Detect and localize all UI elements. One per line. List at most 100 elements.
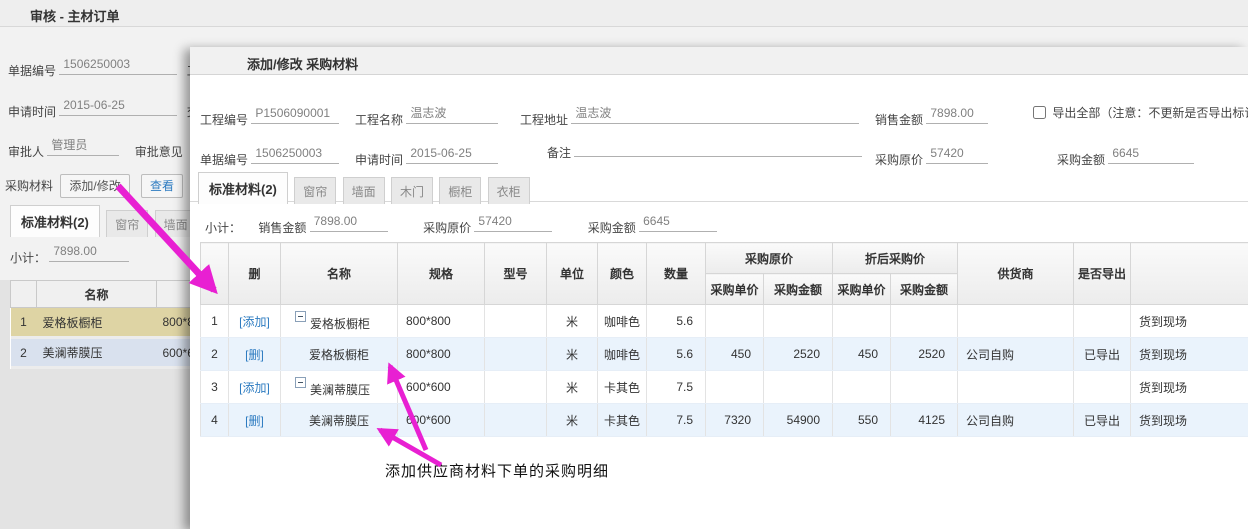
col-group-original-price: 采购原价 [706,243,833,274]
apply-date-field[interactable]: 2015-06-25 [59,97,177,116]
tab-wall[interactable]: 墙面 [343,177,385,204]
table-row[interactable]: 2 [删] 爱格板橱柜 800*800 米 咖啡色 5.6 450 2520 4… [201,338,1248,371]
project-name-field[interactable]: 温志波 [406,105,498,124]
left-tab-standard-material[interactable]: 标准材料(2) [10,205,100,237]
row-delivery: 货到现场 [1131,404,1248,437]
delete-row-link[interactable]: [删] [245,348,264,362]
tab-cabinet[interactable]: 橱柜 [439,177,481,204]
dialog-title: 添加/修改 采购材料 [247,54,358,73]
col-group-discounted-price: 折后采购价 [833,243,958,274]
approver-field[interactable]: 管理员 [47,137,119,156]
col-delivery [1131,243,1248,305]
project-no-field[interactable]: P1506090001 [251,105,339,124]
row-name: 美澜蒂膜压 [310,383,370,397]
row-index: 3 [201,371,229,404]
table-row[interactable]: 1 爱格板橱柜 800*8 [11,308,197,338]
dialog-apply-date-row: 申请时间 2015-06-25 [355,145,498,167]
tab-standard-material[interactable]: 标准材料(2) [198,172,288,204]
row-unit: 米 [547,305,598,338]
left-tab-bar: 标准材料(2) 窗帘 墙面 [10,205,196,237]
subtotal-sales-value: 7898.00 [310,213,388,232]
export-all-checkbox[interactable] [1033,106,1046,119]
add-modify-button[interactable]: 添加/修改 [60,174,129,198]
row-spec: 600*600 [398,371,485,404]
purchase-material-label: 采购材料 [5,179,53,193]
subtotal-cost-orig-value: 57420 [474,213,552,232]
row-exported [1074,371,1131,404]
project-address-field[interactable]: 温志波 [571,105,859,124]
table-row[interactable]: 4 [删] 美澜蒂膜压 600*600 米 卡其色 7.5 7320 54900… [201,404,1248,437]
col-unit: 单位 [547,243,598,305]
dialog-doc-no-field[interactable]: 1506250003 [251,145,339,164]
tab-curtain[interactable]: 窗帘 [294,177,336,204]
cost-orig-field[interactable]: 57420 [926,145,988,164]
row-model [485,371,547,404]
cost-orig-label: 采购原价 [875,153,923,167]
row-name: 爱格板橱柜 [281,338,398,371]
row-spec: 800*800 [398,338,485,371]
left-col-name: 名称 [37,281,157,308]
col-amount-1: 采购金额 [764,274,833,305]
apply-date-label: 申请时间 [8,105,56,119]
row-disc-amount: 4125 [891,404,958,437]
sales-amount-field[interactable]: 7898.00 [926,105,988,124]
tab-wardrobe[interactable]: 衣柜 [488,177,530,204]
view-button[interactable]: 查看 [141,174,183,198]
row-supplier: 公司自购 [958,404,1074,437]
row-name: 爱格板橱柜 [37,308,157,338]
tab-wood-door[interactable]: 木门 [391,177,433,204]
row-orig-unit-price [706,305,764,338]
col-name: 名称 [281,243,398,305]
row-orig-unit-price [706,371,764,404]
row-disc-amount: 2520 [891,338,958,371]
export-all-label: 导出全部（注意：不更新是否导出标记 [1052,106,1248,120]
table-row[interactable]: 2 美澜蒂膜压 600*6 [11,338,197,368]
table-row[interactable]: 1 [添加] 爱格板橱柜 800*800 米 咖啡色 5.6 货到现场 [201,305,1248,338]
row-name: 爱格板橱柜 [310,317,370,331]
add-row-link[interactable]: [添加] [239,381,270,395]
row-qty: 7.5 [647,404,706,437]
row-disc-unit-price: 450 [833,338,891,371]
delete-row-link[interactable]: [删] [245,414,264,428]
doc-no-field[interactable]: 1506250003 [59,56,177,75]
col-exported: 是否导出 [1074,243,1131,305]
col-model: 型号 [485,243,547,305]
row-name: 美澜蒂膜压 [37,338,157,368]
remark-row: 备注 [547,145,862,167]
add-modify-purchase-dialog: 添加/修改 采购材料 工程编号 P1506090001 工程名称 温志波 工程地… [190,47,1248,529]
left-table-header: 名称 规格 [11,281,197,308]
collapse-icon[interactable] [295,311,306,322]
row-model [485,404,547,437]
col-delete: 删 [229,243,281,305]
remark-field[interactable] [574,154,862,157]
row-color: 咖啡色 [598,338,647,371]
row-delivery: 货到现场 [1131,338,1248,371]
dialog-apply-date-field[interactable]: 2015-06-25 [406,145,498,164]
dialog-doc-no-label: 单据编号 [200,153,248,167]
project-no-row: 工程编号 P1506090001 [200,105,339,127]
row-disc-amount [891,305,958,338]
row-supplier [958,371,1074,404]
left-tab-curtain[interactable]: 窗帘 [106,210,148,237]
purchase-detail-table: 删 名称 规格 型号 单位 颜色 数量 采购原价 折后采购价 供货商 是否导出 … [200,242,1248,437]
dialog-header: 添加/修改 采购材料 [190,47,1248,75]
approver-row: 审批人 管理员 审批意见 [8,137,183,159]
collapse-icon[interactable] [295,377,306,388]
doc-no-row: 单据编号 1506250003 工程 [8,56,196,78]
table-header-group-row: 删 名称 规格 型号 单位 颜色 数量 采购原价 折后采购价 供货商 是否导出 [201,243,1248,274]
row-exported [1074,305,1131,338]
add-row-link[interactable]: [添加] [239,315,270,329]
top-bar: 审核 - 主材订单 [0,0,1248,27]
order-form-panel: 单据编号 1506250003 工程 申请时间 2015-06-25 交货 审批… [0,27,196,529]
row-delivery: 货到现场 [1131,371,1248,404]
cost-amount-field[interactable]: 6645 [1108,145,1194,164]
row-color: 卡其色 [598,371,647,404]
row-orig-amount: 54900 [764,404,833,437]
row-disc-unit-price: 550 [833,404,891,437]
table-row[interactable]: 3 [添加] 美澜蒂膜压 600*600 米 卡其色 7.5 货到现场 [201,371,1248,404]
row-disc-unit-price [833,371,891,404]
col-amount-2: 采购金额 [891,274,958,305]
purchase-material-toolbar: 采购材料 添加/修改 查看 [5,174,183,196]
remark-label: 备注 [547,146,571,160]
subtotal-cost-orig-label: 采购原价 [423,221,471,235]
